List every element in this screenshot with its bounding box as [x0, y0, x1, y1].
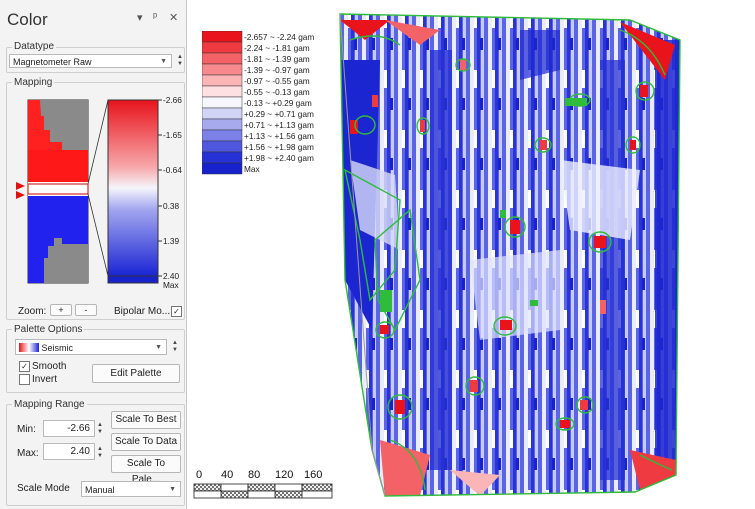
- palette-swatch: [19, 343, 39, 352]
- datatype-spin-icon[interactable]: ▲ ▼: [177, 54, 183, 68]
- pin-icon[interactable]: ᵖ: [153, 11, 157, 23]
- bipolar-mode-checkbox[interactable]: ✓: [171, 306, 182, 317]
- scale-bar-label: 80: [248, 469, 261, 481]
- invert-label: Invert: [32, 374, 58, 385]
- palette-tick-label: -0.64: [163, 165, 182, 175]
- palette-tick-label: -2.66: [163, 96, 182, 105]
- scale-mode-value: Manual: [85, 485, 115, 495]
- palette-spin-icon[interactable]: ▲ ▼: [172, 340, 178, 354]
- min-input[interactable]: -2.66: [43, 420, 95, 437]
- bipolar-mode-label: Bipolar Mo...: [114, 306, 171, 317]
- mapping-histogram: -2.66 -1.65 -0.64 0.38 1.39 2.40 Max: [16, 96, 182, 290]
- palette-tick-label: 1.39: [163, 236, 180, 246]
- panel-title: Color: [7, 10, 48, 29]
- marker-upper-icon: [16, 182, 25, 190]
- legend-swatch: [202, 140, 243, 153]
- palette-max-band: [107, 275, 159, 284]
- legend-label: -0.55 ~ -0.13 gam: [244, 87, 310, 97]
- zoom-out-button[interactable]: -: [75, 304, 97, 316]
- chevron-down-icon: ▼: [155, 344, 162, 351]
- value-legend: -2.657 ~ -2.24 gam -2.24 ~ -1.81 gam -1.…: [202, 31, 314, 175]
- legend-label: -1.39 ~ -0.97 gam: [244, 65, 310, 75]
- close-icon[interactable]: ✕: [169, 11, 178, 24]
- legend-swatch: [202, 151, 243, 164]
- mapping-range-label: Mapping Range: [12, 399, 87, 410]
- min-label: Min:: [17, 424, 36, 435]
- legend-label: -1.81 ~ -1.39 gam: [244, 54, 310, 64]
- survey-grid-area: [340, 14, 680, 496]
- palette-tick-label: Max: [163, 280, 180, 290]
- edit-palette-button[interactable]: Edit Palette: [92, 364, 180, 383]
- max-spin-icon[interactable]: ▲ ▼: [97, 446, 103, 460]
- scale-mode-select[interactable]: Manual ▼: [81, 481, 181, 497]
- mapping-label: Mapping: [12, 77, 55, 88]
- histogram-blue-band: [28, 196, 88, 244]
- legend-swatch: [202, 31, 243, 43]
- scale-bar-label: 40: [221, 469, 234, 481]
- legend-label: +1.98 ~ +2.40 gam: [244, 153, 314, 163]
- datatype-label: Datatype: [12, 41, 57, 52]
- histogram-red-band-lower: [28, 150, 88, 182]
- panel-menu-icon[interactable]: ▾: [137, 11, 143, 24]
- scale-to-best-button[interactable]: Scale To Best: [111, 411, 181, 429]
- palette-select[interactable]: Seismic ▼: [15, 339, 167, 355]
- max-input[interactable]: 2.40: [43, 443, 95, 460]
- scale-bar-label: 120: [275, 469, 294, 481]
- scale-bar: [193, 483, 333, 499]
- legend-swatch: [202, 41, 243, 54]
- palette-bar: [107, 99, 159, 277]
- legend-swatches: [202, 31, 243, 175]
- legend-swatch: [202, 162, 243, 175]
- chevron-down-icon: ▼: [169, 486, 176, 493]
- zoom-label: Zoom:: [18, 306, 47, 317]
- palette-options-label: Palette Options: [12, 324, 85, 335]
- max-label: Max:: [17, 448, 39, 459]
- smooth-label: Smooth: [32, 361, 67, 372]
- scale-mode-label: Scale Mode: [17, 483, 70, 494]
- smooth-checkbox[interactable]: ✓: [19, 361, 30, 372]
- datatype-value: Magnetometer Raw: [13, 57, 92, 67]
- legend-label: -2.657 ~ -2.24 gam: [244, 32, 314, 42]
- zoom-in-button[interactable]: +: [50, 304, 72, 316]
- legend-label: +1.13 ~ +1.56 gam: [244, 131, 314, 141]
- legend-label: +0.71 ~ +1.13 gam: [244, 120, 314, 130]
- legend-swatch: [202, 129, 243, 142]
- scale-to-data-button[interactable]: Scale To Data: [111, 433, 181, 451]
- legend-swatch: [202, 52, 243, 65]
- legend-label: -0.97 ~ -0.55 gam: [244, 76, 310, 86]
- marker-lower-icon: [16, 191, 25, 199]
- legend-label: -2.24 ~ -1.81 gam: [244, 43, 310, 53]
- scale-bar-label: 160: [304, 469, 323, 481]
- datatype-select[interactable]: Magnetometer Raw ▼: [9, 54, 172, 68]
- legend-swatch: [202, 118, 243, 131]
- chevron-down-icon: ▼: [160, 58, 167, 65]
- legend-label: -0.13 ~ +0.29 gam: [244, 98, 312, 108]
- min-spin-icon[interactable]: ▲ ▼: [97, 422, 103, 436]
- palette-name: Seismic: [41, 343, 74, 353]
- legend-swatch: [202, 85, 243, 98]
- color-panel: Color ▾ ᵖ ✕ Datatype Magnetometer Raw ▼ …: [0, 0, 187, 509]
- legend-swatch: [202, 96, 243, 109]
- legend-swatch: [202, 74, 243, 87]
- invert-checkbox[interactable]: [19, 374, 30, 385]
- legend-swatch: [202, 107, 243, 120]
- legend-label: Max: [244, 164, 261, 174]
- legend-swatch: [202, 63, 243, 76]
- scale-to-palette-button[interactable]: Scale To Pale...: [111, 455, 181, 485]
- legend-label: +1.56 ~ +1.98 gam: [244, 142, 314, 152]
- scale-bar-label: 0: [196, 469, 203, 481]
- palette-tick-label: 0.38: [163, 201, 180, 211]
- legend-label: +0.29 ~ +0.71 gam: [244, 109, 314, 119]
- palette-tick-label: -1.65: [163, 130, 182, 140]
